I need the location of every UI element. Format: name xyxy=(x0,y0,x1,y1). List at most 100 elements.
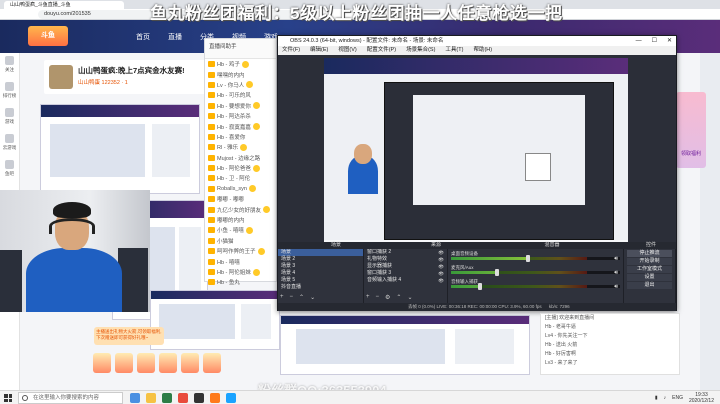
taskbar-search[interactable]: 在这里输入你要搜索的内容 xyxy=(18,392,123,404)
obs-titlebar[interactable]: OBS 24.0.3 (64-bit, windows) - 配置文件: 未命名… xyxy=(278,36,676,46)
eye-icon[interactable]: 👁︎ xyxy=(438,263,444,270)
obs-menubar: 文件(F) 编辑(E) 视图(V) 配置文件(P) 场景集合(S) 工具(T) … xyxy=(278,46,676,55)
menu-edit[interactable]: 编辑(E) xyxy=(310,46,328,55)
source-item[interactable]: 音频输入捕获 4 👁︎ xyxy=(364,277,447,284)
gift-icon[interactable] xyxy=(115,353,133,373)
controls-dock: 停止推流 开始录制 工作室模式 设置 退出 xyxy=(624,249,676,303)
eye-icon[interactable]: 👁︎ xyxy=(438,277,444,284)
eye-icon[interactable]: 👁︎ xyxy=(438,256,444,263)
gear-icon[interactable]: ⚙ xyxy=(385,294,390,301)
scene-item[interactable]: 抖音直播 xyxy=(278,284,363,291)
menu-file[interactable]: 文件(F) xyxy=(282,46,300,55)
nav-item-home[interactable]: 首页 xyxy=(136,32,150,42)
chevron-up-icon[interactable]: ⌃ xyxy=(396,294,401,301)
qq-icon[interactable] xyxy=(226,393,236,403)
source-item[interactable]: 礼物特效 👁︎ xyxy=(364,256,447,263)
scene-item[interactable]: 场景 xyxy=(278,249,363,256)
volume-icon[interactable]: ♪ xyxy=(664,395,667,401)
scene-item[interactable]: 场景 3 xyxy=(278,263,363,270)
fan-badge-icon xyxy=(208,279,215,286)
menu-scene-collection[interactable]: 场景集合(S) xyxy=(406,46,435,55)
emoji-icon xyxy=(252,164,260,172)
emoji-icon xyxy=(241,60,249,68)
volume-slider[interactable] xyxy=(525,255,530,262)
obs-preview[interactable] xyxy=(324,58,628,268)
add-icon[interactable]: + xyxy=(280,294,284,301)
chat-message: [主播] 欢迎来到直播间 xyxy=(545,315,595,321)
folder-icon[interactable] xyxy=(146,393,156,403)
eye-icon[interactable]: 👁︎ xyxy=(438,249,444,256)
desktop: 山山鸭蛋疯_斗鱼直播_斗鱼 douyu.com/201535 斗鱼 首页 直播 … xyxy=(0,0,720,404)
speaker-icon[interactable]: 🔊︎ xyxy=(614,256,618,263)
gift-icon[interactable] xyxy=(181,353,199,373)
gift-banner[interactable]: 主播送出礼物大火箭,可领取福利,下次赠送即可获得好礼哦~ xyxy=(94,327,164,345)
control-button[interactable]: 设置 xyxy=(627,274,672,281)
rail-games[interactable]: 游戏 xyxy=(0,105,19,131)
volume-slider[interactable] xyxy=(494,269,499,276)
control-button[interactable]: 开始录制 xyxy=(627,258,672,265)
chat-message-text: 嘟嘟 - 嘟嘟 xyxy=(217,197,244,204)
fan-badge-icon xyxy=(208,102,215,109)
network-icon[interactable]: ▮ xyxy=(655,395,658,401)
speaker-icon[interactable]: 🔊︎ xyxy=(614,270,618,277)
rail-forum[interactable]: 鱼吧 xyxy=(0,157,19,183)
chat-message: Hb - 鸡子 xyxy=(205,59,276,69)
source-item[interactable]: 窗口捕获 2 👁︎ xyxy=(364,249,447,256)
browser-tab[interactable]: 山山鸭蛋疯_斗鱼直播_斗鱼 xyxy=(4,1,124,9)
store-icon[interactable] xyxy=(162,393,172,403)
control-button[interactable]: 停止推流 xyxy=(627,250,672,257)
source-item[interactable]: 显示器捕获 👁︎ xyxy=(364,263,447,270)
maximize-icon[interactable]: ☐ xyxy=(652,36,657,46)
headset-icon xyxy=(49,218,95,234)
chat-message: 嘿嘿的内内 xyxy=(205,69,276,79)
windows-start-icon[interactable] xyxy=(4,394,12,402)
avatar[interactable] xyxy=(49,65,73,89)
menu-profile[interactable]: 配置文件(P) xyxy=(367,46,396,55)
menu-help[interactable]: 帮助(H) xyxy=(473,46,492,55)
close-icon[interactable]: ✕ xyxy=(667,36,672,46)
remove-icon[interactable]: − xyxy=(290,294,294,301)
rail-cloud-games[interactable]: 云游戏 xyxy=(0,131,19,157)
chevron-up-icon[interactable]: ⌃ xyxy=(299,294,304,301)
menu-tools[interactable]: 工具(T) xyxy=(445,46,463,55)
eye-icon[interactable]: 👁︎ xyxy=(438,270,444,277)
menu-view[interactable]: 视图(V) xyxy=(338,46,356,55)
gift-icon[interactable] xyxy=(137,353,155,373)
promo-banner[interactable]: 领取福利 xyxy=(676,92,706,168)
source-item[interactable]: 窗口捕获 3 👁︎ xyxy=(364,270,447,277)
speaker-icon[interactable]: 🔊︎ xyxy=(614,284,618,291)
gift-icon[interactable] xyxy=(159,353,177,373)
control-button[interactable]: 退出 xyxy=(627,282,672,289)
chair xyxy=(0,250,22,312)
gift-icon[interactable] xyxy=(93,353,111,373)
search-placeholder: 在这里输入你要搜索的内容 xyxy=(33,395,100,401)
scene-item[interactable]: 场景 2 xyxy=(278,256,363,263)
scene-item[interactable]: 场景 4 xyxy=(278,270,363,277)
obs-icon[interactable] xyxy=(194,393,204,403)
emoji-icon xyxy=(245,226,253,234)
rail-follow[interactable]: 关注 xyxy=(0,53,19,79)
language-indicator[interactable]: ENG xyxy=(672,395,683,401)
douyu-icon[interactable] xyxy=(210,393,220,403)
task-view-icon[interactable] xyxy=(130,393,140,403)
chat-message: Lv - 你马人 xyxy=(205,80,276,90)
clock[interactable]: 19:33 2020/12/12 xyxy=(689,392,714,404)
nav-item-live[interactable]: 直播 xyxy=(168,32,182,42)
chevron-down-icon[interactable]: ⌄ xyxy=(310,294,315,301)
chat-message: 呵呵作弊的王子 xyxy=(205,246,276,256)
chat-message: 九亿少女的好朋友 xyxy=(205,204,276,214)
emoji-icon xyxy=(263,206,271,214)
volume-slider[interactable] xyxy=(478,283,483,290)
chrome-icon[interactable] xyxy=(178,393,188,403)
add-icon[interactable]: + xyxy=(366,294,370,301)
control-button[interactable]: 工作室模式 xyxy=(627,266,672,273)
gift-icon[interactable] xyxy=(203,353,221,373)
remove-icon[interactable]: − xyxy=(376,294,380,301)
scene-item[interactable]: 场景 5 xyxy=(278,277,363,284)
streamer-body xyxy=(26,248,122,312)
minimize-icon[interactable]: — xyxy=(636,36,642,46)
chevron-down-icon[interactable]: ⌄ xyxy=(407,294,412,301)
chat-message-text: Mujost - 边缘之路 xyxy=(217,155,261,162)
rail-rank[interactable]: 排行榜 xyxy=(0,79,19,105)
site-logo[interactable]: 斗鱼 xyxy=(28,26,68,46)
